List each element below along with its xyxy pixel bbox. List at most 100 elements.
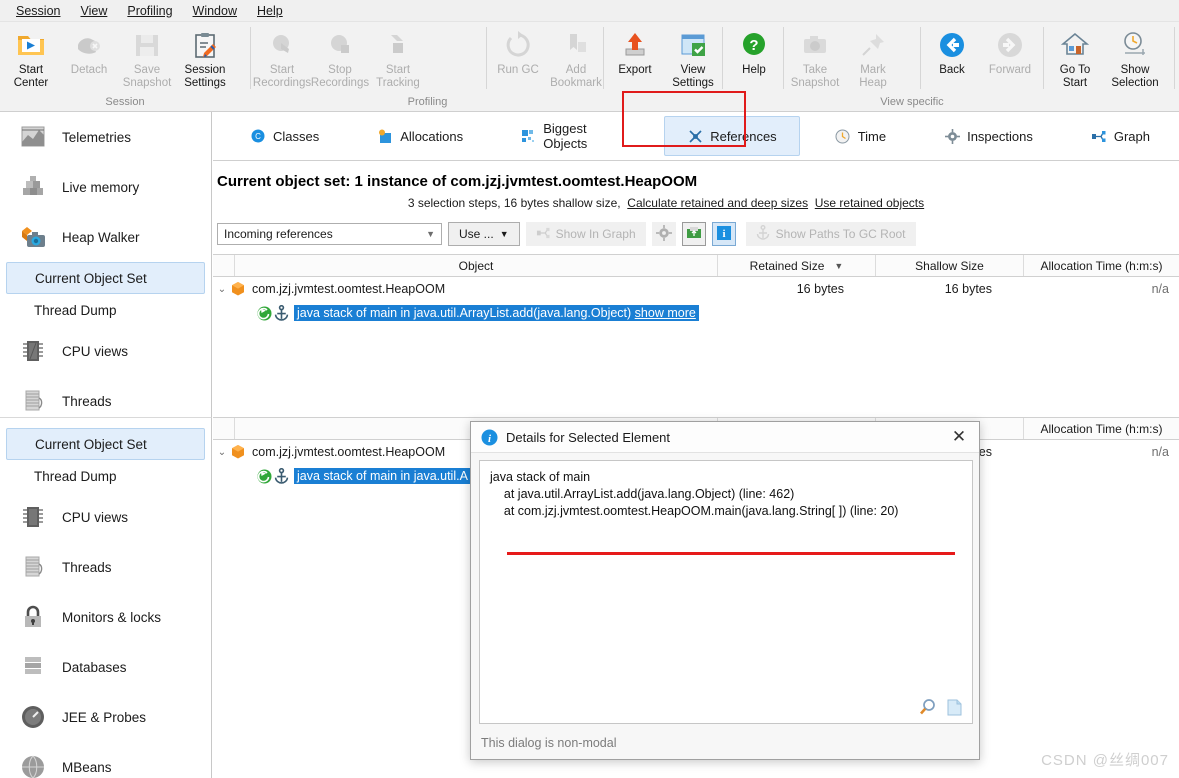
table-col-allocation-time[interactable]: Allocation Time (h:m:s) — [1024, 255, 1179, 276]
show-more-link[interactable]: show more — [635, 306, 696, 320]
track-start-icon — [382, 29, 414, 61]
detach-label: Detach — [70, 64, 108, 76]
threads-spool-icon — [18, 552, 48, 582]
references-settings-button[interactable] — [651, 222, 676, 246]
tab-allocations[interactable]: Allocations — [354, 116, 486, 156]
tab-references-label: References — [710, 128, 777, 144]
close-icon[interactable]: ✕ — [947, 425, 971, 449]
sidebar-overlay-item-mbeans[interactable]: MBeans — [0, 742, 211, 778]
heap-walker-camera-icon — [18, 222, 48, 252]
tab-classes[interactable]: C Classes — [227, 116, 342, 156]
sidebar-item-heap-walker-label: Heap Walker — [62, 229, 140, 245]
tab-inspections-label: Inspections — [967, 128, 1033, 144]
chevron-down-icon: ▼ — [499, 229, 509, 239]
row-selected-object[interactable]: java stack of main in java.util.ArrayLis… — [294, 305, 699, 321]
help-button[interactable]: ? Help — [725, 26, 783, 77]
ribbon-group-navigation: Back Forward — [921, 22, 1043, 111]
sidebar-item-current-object-set[interactable]: Current Object Set — [6, 262, 205, 294]
sidebar-item-heap-walker[interactable]: Heap Walker — [0, 212, 211, 262]
forward-button[interactable]: Forward — [981, 26, 1039, 77]
stop-recordings-button[interactable]: Stop Recordings — [311, 26, 369, 89]
sidebar-item-thread-dump[interactable]: Thread Dump — [6, 294, 205, 326]
tab-biggest-objects[interactable]: Biggest Objects — [498, 116, 652, 156]
tab-graph[interactable]: Graph — [1068, 116, 1173, 156]
detach-button[interactable]: Detach — [60, 26, 118, 77]
export-table-button[interactable] — [681, 222, 706, 246]
calculate-retained-deep-sizes-link[interactable]: Calculate retained and deep sizes — [627, 196, 808, 210]
back-button[interactable]: Back — [923, 26, 981, 77]
mark-heap-button[interactable]: Mark Heap — [844, 26, 902, 89]
copy-page-icon[interactable] — [945, 698, 964, 717]
start-tracking-button[interactable]: Start Tracking — [369, 26, 427, 89]
details-dialog-tools — [918, 698, 964, 717]
tab-references[interactable]: References — [664, 116, 800, 156]
take-snapshot-label: Take Snapshot — [790, 64, 840, 89]
table-col-shallow-size[interactable]: Shallow Size — [876, 255, 1024, 276]
add-bookmark-button[interactable]: Add Bookmark — [547, 26, 605, 89]
sidebar-overlay-item-databases[interactable]: Databases — [0, 642, 211, 692]
table-col-shallow-size-label: Shallow Size — [915, 258, 984, 273]
take-snapshot-button[interactable]: Take Snapshot — [786, 26, 844, 89]
cpu-chip-icon — [18, 336, 48, 366]
row-shallow-size: 16 bytes — [944, 282, 992, 296]
cpu-chip-icon — [18, 502, 48, 532]
table-row[interactable]: java stack of main in java.util.ArrayLis… — [213, 301, 1179, 325]
back-label: Back — [939, 64, 965, 76]
run-gc-label: Run GC — [497, 64, 539, 76]
show-paths-to-gc-root-button[interactable]: Show Paths To GC Root — [745, 222, 916, 246]
camera-icon — [799, 29, 831, 61]
current-object-set-value: 1 instance of com.jzj.jvmtest.oomtest.He… — [354, 173, 698, 190]
row-expand-toggle[interactable]: ⌄ — [213, 284, 231, 295]
use-button[interactable]: Use ... ▼ — [448, 222, 520, 246]
tab-time[interactable]: Time — [812, 116, 909, 156]
sidebar-item-live-memory[interactable]: Live memory — [0, 162, 211, 212]
show-details-button[interactable]: i — [711, 222, 736, 246]
menu-item-window[interactable]: Window — [183, 2, 247, 20]
table-col-retained-size-label: Retained Size — [749, 258, 825, 273]
sidebar-overlay-item-databases-label: Databases — [62, 659, 127, 675]
save-snapshot-button[interactable]: Save Snapshot — [118, 26, 176, 89]
gc-root-green-icon — [257, 306, 272, 321]
dup-col-allocation-time: Allocation Time (h:m:s) — [1024, 418, 1179, 439]
row-object-cell: com.jzj.jvmtest.oomtest.HeapOOM — [231, 282, 714, 296]
session-settings-button[interactable]: Session Settings — [176, 26, 234, 89]
use-retained-objects-link[interactable]: Use retained objects — [815, 196, 924, 210]
sidebar-overlay-item-monitors-locks[interactable]: Monitors & locks — [0, 592, 211, 642]
table-row[interactable]: ⌄ com.jzj.jvmtest.oomtest.HeapOOM 16 byt… — [213, 277, 1179, 301]
go-to-start-button[interactable]: Go To Start — [1046, 26, 1104, 89]
table-col-object-label: Object — [458, 258, 494, 273]
run-gc-button[interactable]: Run GC — [489, 26, 547, 77]
menu-item-session[interactable]: Session — [6, 2, 70, 20]
sidebar-item-cpu-views[interactable]: CPU views — [0, 326, 211, 376]
show-in-graph-button[interactable]: Show In Graph — [525, 222, 646, 246]
sidebar-overlay-item-thread-dump[interactable]: Thread Dump — [6, 460, 205, 492]
tab-inspections[interactable]: Inspections — [921, 116, 1056, 156]
magnifier-icon[interactable] — [918, 698, 937, 717]
table-col-retained-size[interactable]: Retained Size ▼ — [718, 255, 876, 276]
table-col-object[interactable]: Object — [235, 255, 718, 276]
show-selection-button[interactable]: Show Selection — [1104, 26, 1166, 89]
reference-mode-select[interactable]: Incoming references ▼ — [217, 223, 442, 245]
menu-item-profiling[interactable]: Profiling — [117, 2, 182, 20]
gear-icon — [655, 224, 672, 244]
gear-icon — [944, 128, 960, 144]
sidebar-overlay-item-cpu-views[interactable]: CPU views — [0, 492, 211, 542]
tab-allocations-label: Allocations — [400, 128, 464, 144]
chevron-down-icon: ▼ — [426, 229, 435, 239]
sidebar-overlay-item-jee-probes[interactable]: JEE & Probes — [0, 692, 211, 742]
dup-row-selected-object[interactable]: java stack of main in java.util.A — [294, 468, 471, 484]
sidebar-item-telemetries[interactable]: Telemetries — [0, 112, 211, 162]
ribbon-group-view-specific: Take Snapshot Mark Heap View specific — [784, 22, 944, 111]
view-settings-button[interactable]: View Settings — [664, 26, 722, 89]
recycle-gc-icon — [502, 29, 534, 61]
start-center-button[interactable]: Start Center — [2, 26, 60, 89]
sidebar-overlay-item-current-object-set[interactable]: Current Object Set — [6, 428, 205, 460]
orange-cube-icon — [231, 445, 245, 459]
menu-item-help[interactable]: Help — [247, 2, 293, 20]
menu-item-view[interactable]: View — [70, 2, 117, 20]
sidebar-overlay-item-threads[interactable]: Threads — [0, 542, 211, 592]
start-recordings-button[interactable]: Start Recordings — [253, 26, 311, 89]
menu-item-profiling-label: Profiling — [127, 3, 173, 18]
dup-row-expand-toggle[interactable]: ⌄ — [213, 447, 231, 458]
export-button[interactable]: Export — [606, 26, 664, 77]
